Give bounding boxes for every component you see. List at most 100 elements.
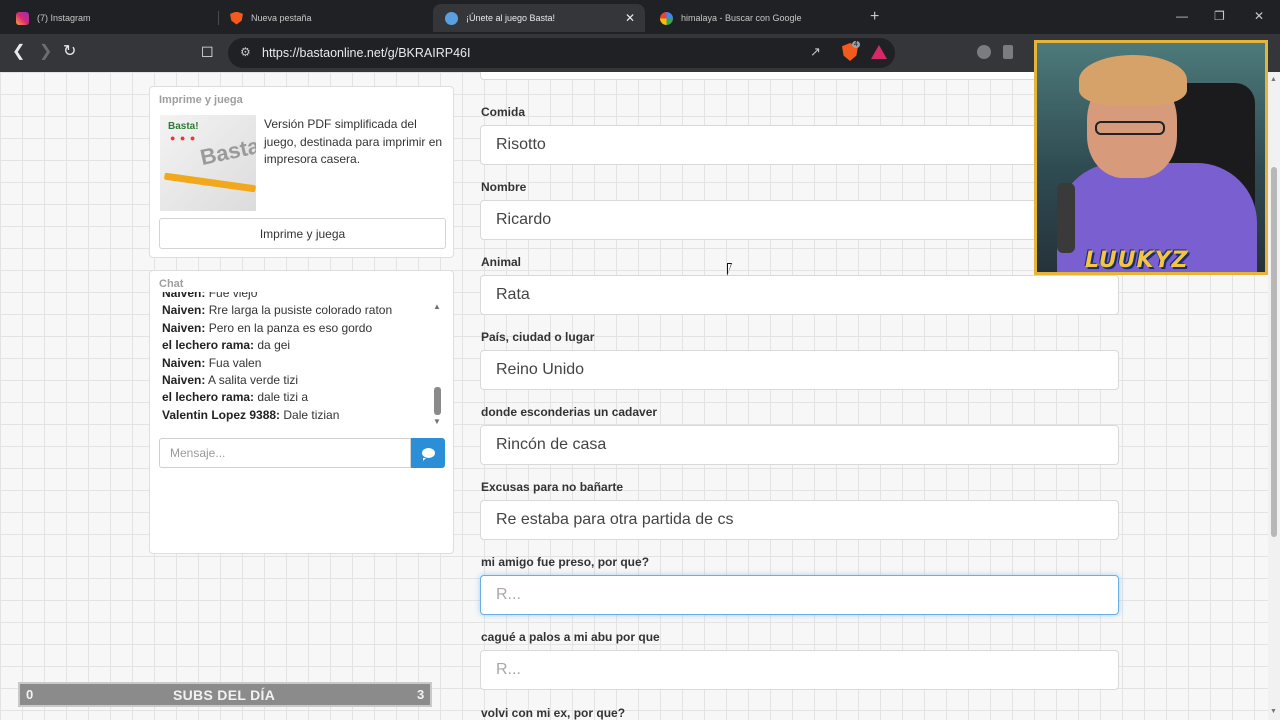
address-bar[interactable]: ⚙ https://bastaonline.net/g/BKRAIRP46I ↗… <box>228 38 895 68</box>
tab-google[interactable]: himalaya - Buscar con Google <box>648 4 860 32</box>
print-and-play-button[interactable]: Imprime y juega <box>159 218 446 249</box>
new-tab-button[interactable]: + <box>870 8 879 26</box>
basta-icon <box>445 11 458 25</box>
chat-message: Naiven: Pero en la panza es eso gordo <box>162 320 424 337</box>
logo-dots: ● ● ● <box>170 133 197 143</box>
chat-username: Naiven: <box>162 355 206 370</box>
field-input-excusas[interactable] <box>480 500 1119 540</box>
chat-username: Naiven: <box>162 303 206 318</box>
scroll-down-icon[interactable]: ▼ <box>433 417 441 426</box>
printable-thumbnail[interactable]: Basta! ● ● ● Basta <box>160 115 256 211</box>
field-input-abu[interactable] <box>480 650 1119 690</box>
chat-bubble-icon <box>421 448 435 461</box>
page-scrollbar[interactable]: ▲ ▼ <box>1268 72 1280 720</box>
tab-strip: (7) Instagram Nueva pestaña ¡Únete al ju… <box>0 0 1280 34</box>
chat-message: el lechero rama: da gei <box>162 337 424 354</box>
tab-title: (7) Instagram <box>37 13 91 23</box>
print-and-play-card: Imprime y juega Basta! ● ● ● Basta Versi… <box>149 86 454 258</box>
webcam-overlay: LUUKYZ <box>1034 40 1268 275</box>
field-label-comida: Comida <box>481 105 526 119</box>
brave-icon <box>230 11 243 25</box>
chat-message: el lechero rama: dale tizi a <box>162 389 424 406</box>
chat-message: Naiven: A salita verde tizi <box>162 372 424 389</box>
chat-scrollbar-thumb[interactable] <box>434 387 441 415</box>
field-input-amigo-preso[interactable] <box>480 575 1119 615</box>
chat-text: da gei <box>254 338 291 353</box>
thumbnail-text: Basta <box>197 133 256 170</box>
chat-text: Rre larga la pusiste colorado raton <box>205 303 393 318</box>
tab-new-tab[interactable]: Nueva pestaña <box>218 4 430 32</box>
chat-text: dale tizi a <box>254 390 309 405</box>
chat-card: Chat Naiven: Fue viejo Naiven: Rre larga… <box>149 270 454 554</box>
field-input-cadaver[interactable] <box>480 425 1119 465</box>
chat-username: Naiven: <box>162 292 206 300</box>
field-label-abu: cagué a palos a mi abu por que <box>481 630 660 644</box>
forward-icon[interactable]: ❯ <box>39 43 52 61</box>
field-input-animal[interactable] <box>480 275 1119 315</box>
field-input-apellido[interactable] <box>480 72 1119 80</box>
chat-username: Valentin Lopez 9388: <box>162 407 281 422</box>
field-label-pais: País, ciudad o lugar <box>481 330 595 344</box>
url-text[interactable]: https://bastaonline.net/g/BKRAIRP46I <box>262 46 470 60</box>
subs-of-the-day-bar: 0 SUBS DEL DÍA 3 <box>18 682 432 707</box>
back-icon[interactable]: ❮ <box>12 43 25 61</box>
scroll-up-icon[interactable]: ▲ <box>1270 76 1277 83</box>
streamer-hair <box>1079 55 1187 105</box>
subs-count-left: 0 <box>26 687 34 702</box>
bookmark-icon[interactable]: ☐ <box>201 43 214 61</box>
page-scrollbar-thumb[interactable] <box>1271 167 1277 537</box>
google-icon <box>660 11 673 25</box>
send-message-button[interactable] <box>411 438 445 468</box>
chat-message: Naiven: Fue viejo <box>162 292 424 302</box>
extension-icon[interactable] <box>977 45 991 59</box>
chat-messages[interactable]: Naiven: Fue viejo Naiven: Rre larga la p… <box>162 292 424 429</box>
chat-message: Naiven: Rre larga la pusiste colorado ra… <box>162 302 424 319</box>
minimize-icon[interactable]: — <box>1176 9 1188 23</box>
share-icon[interactable]: ↗ <box>810 44 821 60</box>
extension-icon[interactable] <box>1003 45 1013 59</box>
chat-message: Valentin Lopez 9388: Dale tizian <box>162 407 424 424</box>
subs-count-right: 3 <box>417 687 425 702</box>
glasses <box>1095 121 1165 135</box>
basta-logo: Basta! <box>168 121 199 132</box>
field-label-amigo-preso: mi amigo fue preso, por que? <box>481 555 650 569</box>
chat-message: Naiven: Fua valen <box>162 355 424 372</box>
chat-text: Fue viejo <box>205 292 258 300</box>
site-settings-icon[interactable]: ⚙ <box>240 45 251 59</box>
card-title: Imprime y juega <box>159 94 243 106</box>
instagram-icon <box>16 11 29 25</box>
tab-title: ¡Únete al juego Basta! <box>466 13 556 23</box>
chat-username: el lechero rama: <box>162 338 255 353</box>
close-tab-icon[interactable]: ✕ <box>625 11 635 25</box>
print-description: Versión PDF simplificada del juego, dest… <box>264 117 443 166</box>
streamer-name: LUUKYZ <box>1085 248 1189 273</box>
field-label-nombre: Nombre <box>481 180 527 194</box>
chat-username: Naiven: <box>162 320 206 335</box>
scroll-up-icon[interactable]: ▲ <box>433 302 441 311</box>
chat-message-input[interactable] <box>159 438 411 468</box>
mouse-cursor-icon <box>727 263 732 276</box>
tab-basta[interactable]: ¡Únete al juego Basta! ✕ <box>433 4 645 32</box>
chat-text: Dale tizian <box>280 407 340 422</box>
chat-username: Naiven: <box>162 373 206 388</box>
reload-icon[interactable]: ↻ <box>63 43 76 61</box>
tab-instagram[interactable]: (7) Instagram <box>4 4 216 32</box>
field-input-comida[interactable] <box>480 125 1119 165</box>
restore-icon[interactable]: ❐ <box>1214 9 1225 23</box>
chat-username: el lechero rama: <box>162 390 255 405</box>
brave-rewards-icon[interactable] <box>871 45 887 59</box>
close-window-icon[interactable]: ✕ <box>1254 9 1264 23</box>
tab-title: Nueva pestaña <box>251 13 312 23</box>
shield-count-badge: 4 <box>852 41 860 48</box>
field-label-cadaver: donde esconderias un cadaver <box>481 405 658 419</box>
pencil-image <box>163 172 256 193</box>
chat-title: Chat <box>159 278 184 290</box>
scroll-down-icon[interactable]: ▼ <box>1270 708 1277 715</box>
field-label-excusas: Excusas para no bañarte <box>481 480 624 494</box>
microphone <box>1057 183 1075 253</box>
chat-text: A salita verde tizi <box>205 373 299 388</box>
field-input-pais[interactable] <box>480 350 1119 390</box>
field-input-nombre[interactable] <box>480 200 1119 240</box>
field-label-animal: Animal <box>481 255 522 269</box>
field-label-ex: volvi con mi ex, por que? <box>481 706 626 720</box>
